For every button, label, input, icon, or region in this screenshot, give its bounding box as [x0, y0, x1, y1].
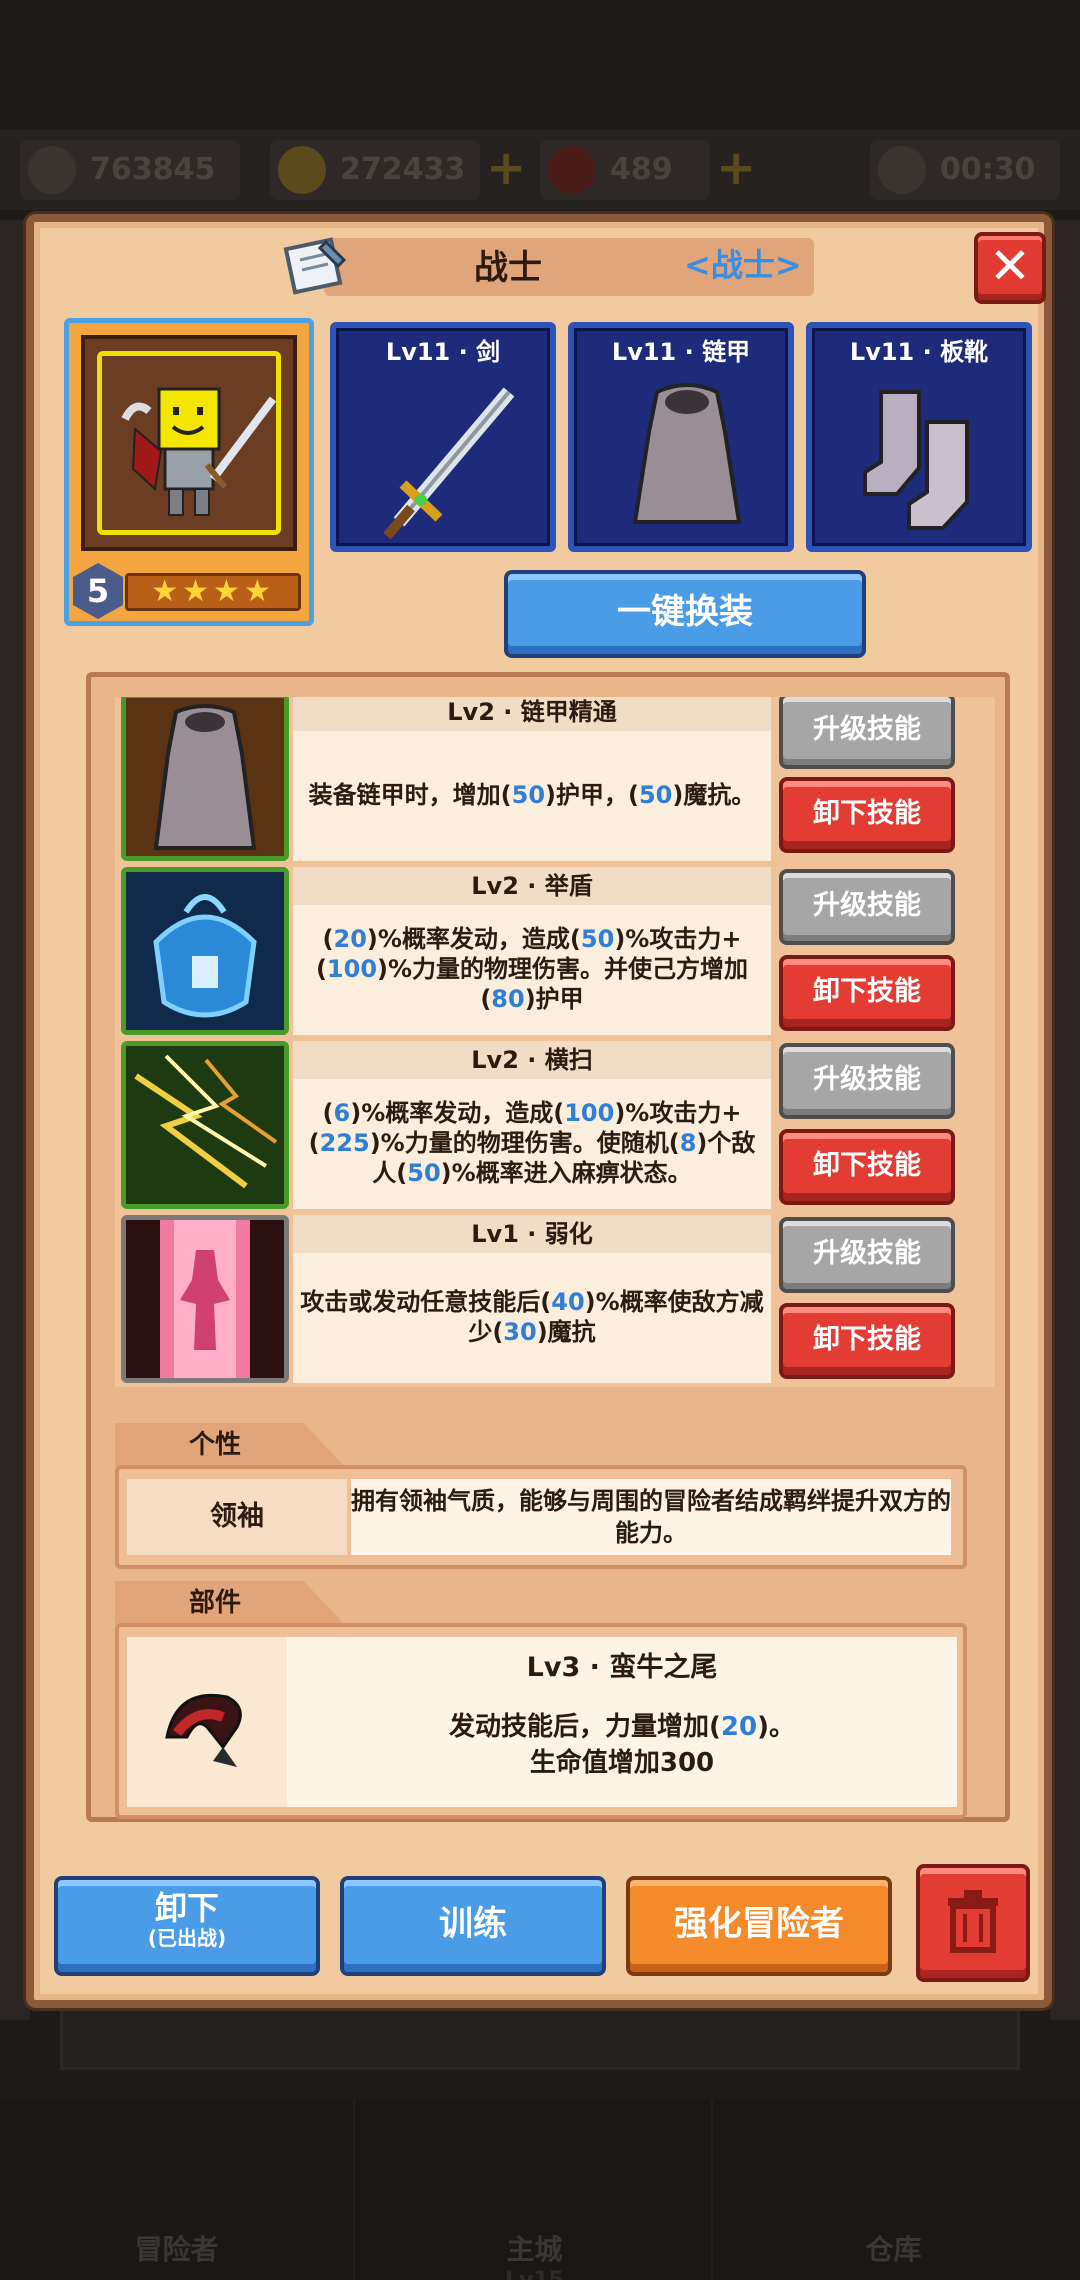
chainmail-icon	[632, 383, 742, 524]
hero-portrait-frame	[81, 335, 297, 551]
close-button[interactable]: ✕	[974, 232, 1046, 304]
remove-skill-button[interactable]: 卸下技能	[779, 777, 955, 853]
background-bar	[60, 2000, 1020, 2070]
equip-slot-plate-boots[interactable]: Lv11 · 板靴	[806, 322, 1032, 552]
skill-name: Lv2 · 横扫	[293, 1041, 771, 1079]
trait-name: 领袖	[127, 1479, 347, 1555]
parts-section-title: 部件	[115, 1581, 345, 1625]
skill-row-shield-raise: Lv2 · 举盾 (20)%概率发动，造成(50)%攻击力+(100)%力量的物…	[121, 867, 991, 1035]
resource-gold: 272433 +	[270, 140, 526, 200]
personality-section-title: 个性	[115, 1423, 345, 1467]
shield-raise-icon	[121, 867, 289, 1035]
equip-slot-chainmail[interactable]: Lv11 · 链甲	[568, 322, 794, 552]
skill-description: 装备链甲时，增加(50)护甲，(50)魔抗。	[308, 781, 756, 809]
add-ruby-icon[interactable]: +	[716, 144, 760, 192]
remove-skill-button[interactable]: 卸下技能	[779, 955, 955, 1031]
part-name: Lv3 · 蛮牛之尾	[526, 1652, 718, 1683]
upgrade-skill-button[interactable]: 升级技能	[779, 1217, 955, 1293]
adventurer-detail-panel: 战士 <战士> ✕ 5 ★★★★ Lv11 · 剑 Lv11 · 链甲 Lv11…	[26, 214, 1052, 2008]
sweep-lightning-icon	[121, 1041, 289, 1209]
bull-tail-icon	[165, 1693, 242, 1767]
skill-description: (6)%概率发动，造成(100)%攻击力+(225)%力量的物理伤害。使随机(8…	[308, 1099, 756, 1187]
skill-list[interactable]: Lv2 · 链甲精通 装备链甲时，增加(50)护甲，(50)魔抗。 升级技能 卸…	[115, 697, 995, 1387]
chainmail-mastery-icon	[121, 697, 289, 861]
remove-skill-button[interactable]: 卸下技能	[779, 1129, 955, 1205]
train-button[interactable]: 训练	[340, 1876, 606, 1976]
warrior-avatar-icon	[121, 387, 277, 516]
part-thumbnail[interactable]	[127, 1637, 287, 1807]
hero-star-rating: ★★★★	[125, 573, 301, 611]
gold-coin-icon	[278, 146, 326, 194]
resource-gems: 763845	[20, 140, 240, 200]
skill-name: Lv2 · 链甲精通	[293, 697, 771, 731]
remove-skill-button[interactable]: 卸下技能	[779, 1303, 955, 1379]
skill-row-chainmail-mastery: Lv2 · 链甲精通 装备链甲时，增加(50)护甲，(50)魔抗。 升级技能 卸…	[121, 697, 991, 861]
parts-box: Lv3 · 蛮牛之尾 发动技能后，力量增加(20)。 生命值增加300	[115, 1623, 967, 1819]
skill-row-sweep: Lv2 · 横扫 (6)%概率发动，造成(100)%攻击力+(225)%力量的物…	[121, 1041, 991, 1209]
timer: 00:30	[870, 140, 1060, 200]
auto-equip-button[interactable]: 一键换装	[504, 570, 866, 658]
hero-portrait[interactable]: 5 ★★★★	[64, 318, 314, 626]
skill-row-weaken: Lv1 · 弱化 攻击或发动任意技能后(40)%概率使敌方减少(30)魔抗 升级…	[121, 1215, 991, 1383]
hero-level-badge: 5	[73, 563, 123, 619]
edit-scroll-icon[interactable]	[282, 234, 352, 298]
nav-tab-main-city[interactable]: 主城 Lv15	[358, 2100, 713, 2280]
add-gold-icon[interactable]: +	[486, 144, 530, 192]
upgrade-skill-button[interactable]: 升级技能	[779, 697, 955, 769]
background-right	[1050, 220, 1080, 2020]
ruby-icon	[548, 146, 596, 194]
sword-icon	[383, 387, 515, 540]
skill-name: Lv1 · 弱化	[293, 1215, 771, 1253]
part-description: 发动技能后，力量增加(20)。 生命值增加300	[449, 1712, 795, 1778]
skills-panel: Lv2 · 链甲精通 装备链甲时，增加(50)护甲，(50)魔抗。 升级技能 卸…	[86, 672, 1010, 1822]
equip-slot-sword[interactable]: Lv11 · 剑	[330, 322, 556, 552]
trait-description: 拥有领袖气质，能够与周围的冒险者结成羁绊提升双方的能力。	[351, 1479, 951, 1555]
trash-icon	[948, 1890, 998, 1953]
skill-description: 攻击或发动任意技能后(40)%概率使敌方减少(30)魔抗	[300, 1288, 764, 1346]
unequip-button[interactable]: 卸下 (已出战)	[54, 1876, 320, 1976]
hero-name: 战士	[474, 248, 542, 288]
nav-tab-warehouse[interactable]: 仓库	[716, 2100, 1071, 2280]
nav-tab-adventurers[interactable]: 冒险者	[0, 2100, 355, 2280]
weaken-icon	[121, 1215, 289, 1383]
skill-name: Lv2 · 举盾	[293, 867, 771, 905]
resource-ruby: 489 +	[540, 140, 756, 200]
plate-boots-icon	[863, 390, 969, 530]
hero-class-tag: <战士>	[684, 246, 802, 284]
upgrade-skill-button[interactable]: 升级技能	[779, 1043, 955, 1119]
clock-icon	[878, 146, 926, 194]
dismiss-button[interactable]	[916, 1864, 1030, 1982]
enhance-adventurer-button[interactable]: 强化冒险者	[626, 1876, 892, 1976]
speed-icon	[28, 146, 76, 194]
skill-description: (20)%概率发动，造成(50)%攻击力+(100)%力量的物理伤害。并使己方增…	[315, 925, 749, 1013]
upgrade-skill-button[interactable]: 升级技能	[779, 869, 955, 945]
personality-box: 领袖 拥有领袖气质，能够与周围的冒险者结成羁绊提升双方的能力。	[115, 1465, 967, 1569]
